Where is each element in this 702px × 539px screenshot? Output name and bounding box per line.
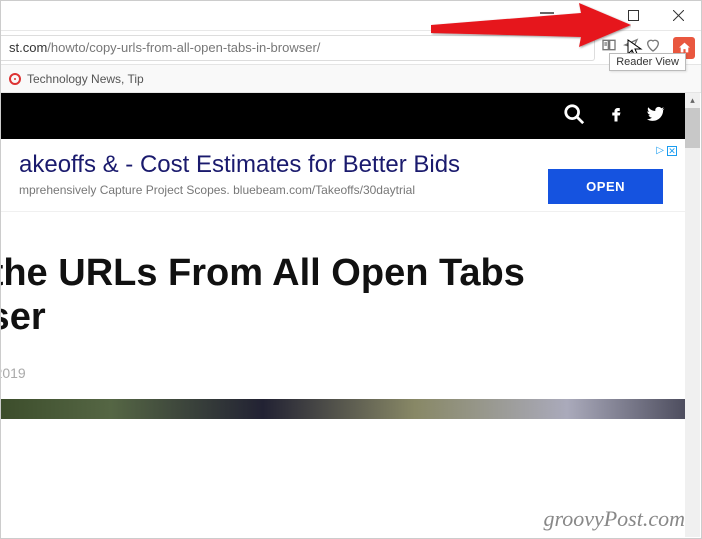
annotation-arrow — [431, 3, 631, 68]
ad-cta-button[interactable]: OPEN — [548, 169, 663, 204]
bookmarks-bar: Technology News, Tip — [1, 65, 701, 93]
search-icon[interactable] — [563, 103, 585, 130]
ad-close-icon[interactable]: ✕ — [667, 146, 677, 156]
ad-banner: ▷✕ akeoffs & - Cost Estimates for Better… — [1, 139, 685, 212]
hero-image — [1, 399, 685, 419]
bookmark-item[interactable]: Technology News, Tip — [27, 72, 144, 86]
facebook-icon[interactable] — [607, 105, 625, 128]
article-title-line2: wser — [1, 296, 667, 340]
scrollbar-thumb[interactable] — [685, 108, 700, 148]
watermark: groovyPost.com — [543, 506, 685, 532]
url-host: st.com — [9, 40, 47, 55]
vertical-scrollbar[interactable]: ▴ — [685, 93, 700, 537]
article-date: 1, 2019 — [1, 365, 667, 381]
bookmark-favicon — [9, 73, 21, 85]
page-content: ▷✕ akeoffs & - Cost Estimates for Better… — [1, 93, 685, 538]
url-path: /howto/copy-urls-from-all-open-tabs-in-b… — [47, 40, 320, 55]
article-title-line1: y the URLs From All Open Tabs — [1, 252, 667, 296]
scroll-up-icon[interactable]: ▴ — [685, 93, 700, 108]
article-body: y the URLs From All Open Tabs wser 1, 20… — [1, 212, 685, 429]
reader-view-tooltip: Reader View — [609, 53, 686, 71]
twitter-icon[interactable] — [647, 105, 665, 128]
close-button[interactable] — [656, 1, 701, 31]
ad-choices[interactable]: ▷✕ — [656, 145, 677, 156]
site-header — [1, 93, 685, 139]
